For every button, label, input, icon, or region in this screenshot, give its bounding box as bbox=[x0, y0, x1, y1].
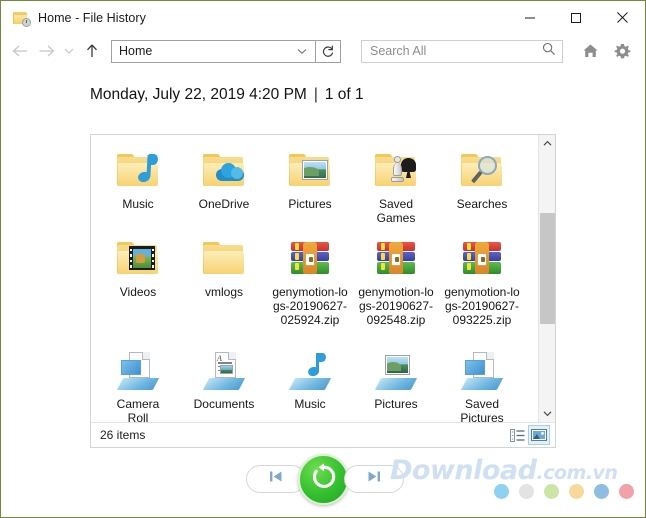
grid-row: Camera Roll A Documents Music Pictures S… bbox=[95, 341, 538, 422]
list-item-label: Videos bbox=[119, 285, 157, 299]
library-music-icon bbox=[286, 346, 334, 394]
list-item[interactable]: Camera Roll bbox=[95, 341, 181, 422]
winrar-archive-icon bbox=[458, 234, 506, 282]
list-item[interactable]: genymotion-logs-20190627-093225.zip bbox=[439, 229, 525, 341]
address-bar-value: Home bbox=[119, 44, 153, 58]
large-icons-view-icon[interactable] bbox=[528, 425, 550, 445]
maximize-button[interactable] bbox=[553, 1, 599, 34]
list-item-label: Music bbox=[294, 397, 326, 411]
grid-row: Music OneDrive Pictures Saved Games Sear… bbox=[95, 141, 538, 229]
version-navigation-bar bbox=[1, 447, 645, 517]
list-item[interactable]: vmlogs bbox=[181, 229, 267, 341]
navigation-toolbar: Home Search All bbox=[1, 34, 645, 68]
address-bar[interactable]: Home bbox=[111, 39, 316, 63]
file-list-pane: Music OneDrive Pictures Saved Games Sear… bbox=[90, 134, 556, 448]
list-item-label: Searches bbox=[456, 197, 508, 211]
status-bar: 26 items bbox=[91, 422, 555, 447]
snapshot-header: Monday, July 22, 2019 4:20 PM | 1 of 1 bbox=[90, 86, 645, 104]
icon-grid: Music OneDrive Pictures Saved Games Sear… bbox=[91, 135, 538, 422]
list-item-label: Music bbox=[122, 197, 154, 211]
library-saved-pictures-icon bbox=[458, 346, 506, 394]
vertical-scrollbar[interactable] bbox=[538, 135, 555, 422]
next-version-button[interactable] bbox=[344, 465, 404, 493]
winrar-archive-icon bbox=[372, 234, 420, 282]
snapshot-page-count: 1 of 1 bbox=[324, 86, 364, 103]
folder-icon bbox=[200, 234, 248, 282]
previous-version-icon bbox=[268, 470, 284, 488]
file-history-window: Home - File History Home Search All Mond… bbox=[0, 0, 646, 518]
folder-saved-games-icon bbox=[372, 146, 420, 194]
recent-locations-chevron-down-icon[interactable] bbox=[59, 38, 79, 64]
folder-videos-icon bbox=[114, 234, 162, 282]
back-arrow-icon[interactable] bbox=[7, 38, 33, 64]
file-grid-body: Music OneDrive Pictures Saved Games Sear… bbox=[91, 135, 555, 422]
list-item[interactable]: genymotion-logs-20190627-025924.zip bbox=[267, 229, 353, 341]
snapshot-date: Monday, July 22, 2019 4:20 PM bbox=[90, 86, 307, 103]
title-bar: Home - File History bbox=[1, 1, 645, 34]
scrollbar-thumb[interactable] bbox=[539, 212, 555, 325]
list-item[interactable]: Saved Pictures bbox=[439, 341, 525, 422]
search-input[interactable]: Search All bbox=[361, 39, 563, 63]
library-camera-roll-icon bbox=[114, 346, 162, 394]
list-item-label: Saved Games bbox=[376, 197, 416, 225]
list-item-label: Pictures bbox=[374, 397, 418, 411]
list-item[interactable]: genymotion-logs-20190627-092548.zip bbox=[353, 229, 439, 341]
list-item[interactable]: A Documents bbox=[181, 341, 267, 422]
home-icon[interactable] bbox=[577, 38, 603, 64]
forward-arrow-icon[interactable] bbox=[33, 38, 59, 64]
up-arrow-icon[interactable] bbox=[79, 38, 105, 64]
list-item-label: genymotion-logs-20190627-025924.zip bbox=[272, 285, 348, 327]
next-version-icon bbox=[366, 470, 382, 488]
folder-music-icon bbox=[114, 146, 162, 194]
minimize-button[interactable] bbox=[507, 1, 553, 34]
list-item[interactable]: Saved Games bbox=[353, 141, 439, 229]
list-item[interactable]: Searches bbox=[439, 141, 525, 229]
folder-searches-icon bbox=[458, 146, 506, 194]
restore-button[interactable] bbox=[298, 454, 349, 505]
gear-icon[interactable] bbox=[609, 38, 635, 64]
list-item[interactable]: OneDrive bbox=[181, 141, 267, 229]
search-icon[interactable] bbox=[542, 42, 556, 61]
scroll-up-icon[interactable] bbox=[539, 135, 556, 152]
grid-row: Videos vmlogs genymotion-logs-20190627-0… bbox=[95, 229, 538, 341]
list-item-label: Camera Roll bbox=[116, 397, 160, 422]
window-controls bbox=[507, 1, 645, 34]
item-count-label: 26 items bbox=[100, 428, 146, 442]
list-item-label: OneDrive bbox=[198, 197, 250, 211]
library-pictures-icon bbox=[372, 346, 420, 394]
list-item-label: genymotion-logs-20190627-092548.zip bbox=[358, 285, 434, 327]
address-chevron-down-icon[interactable] bbox=[293, 42, 311, 60]
window-title: Home - File History bbox=[38, 10, 146, 25]
previous-version-button[interactable] bbox=[246, 465, 306, 493]
list-item[interactable]: Music bbox=[95, 141, 181, 229]
search-placeholder: Search All bbox=[370, 44, 427, 58]
list-item[interactable]: Music bbox=[267, 341, 353, 422]
list-item[interactable]: Pictures bbox=[353, 341, 439, 422]
winrar-archive-icon bbox=[286, 234, 334, 282]
refresh-button[interactable] bbox=[316, 39, 341, 63]
scroll-down-icon[interactable] bbox=[539, 405, 556, 422]
list-item-label: Documents bbox=[193, 397, 255, 411]
scrollbar-track[interactable] bbox=[539, 152, 556, 405]
list-item[interactable]: Pictures bbox=[267, 141, 353, 229]
close-button[interactable] bbox=[599, 1, 645, 34]
list-item-label: Saved Pictures bbox=[460, 397, 504, 422]
list-item-label: vmlogs bbox=[204, 285, 243, 299]
folder-onedrive-icon bbox=[200, 146, 248, 194]
folder-pictures-icon bbox=[286, 146, 334, 194]
list-item-label: Pictures bbox=[288, 197, 332, 211]
restore-icon bbox=[309, 462, 339, 497]
list-item[interactable]: Videos bbox=[95, 229, 181, 341]
folder-history-icon bbox=[12, 10, 31, 27]
list-item-label: genymotion-logs-20190627-093225.zip bbox=[444, 285, 520, 327]
header-separator: | bbox=[313, 86, 318, 103]
library-documents-icon: A bbox=[200, 346, 248, 394]
details-view-icon[interactable] bbox=[506, 425, 528, 445]
